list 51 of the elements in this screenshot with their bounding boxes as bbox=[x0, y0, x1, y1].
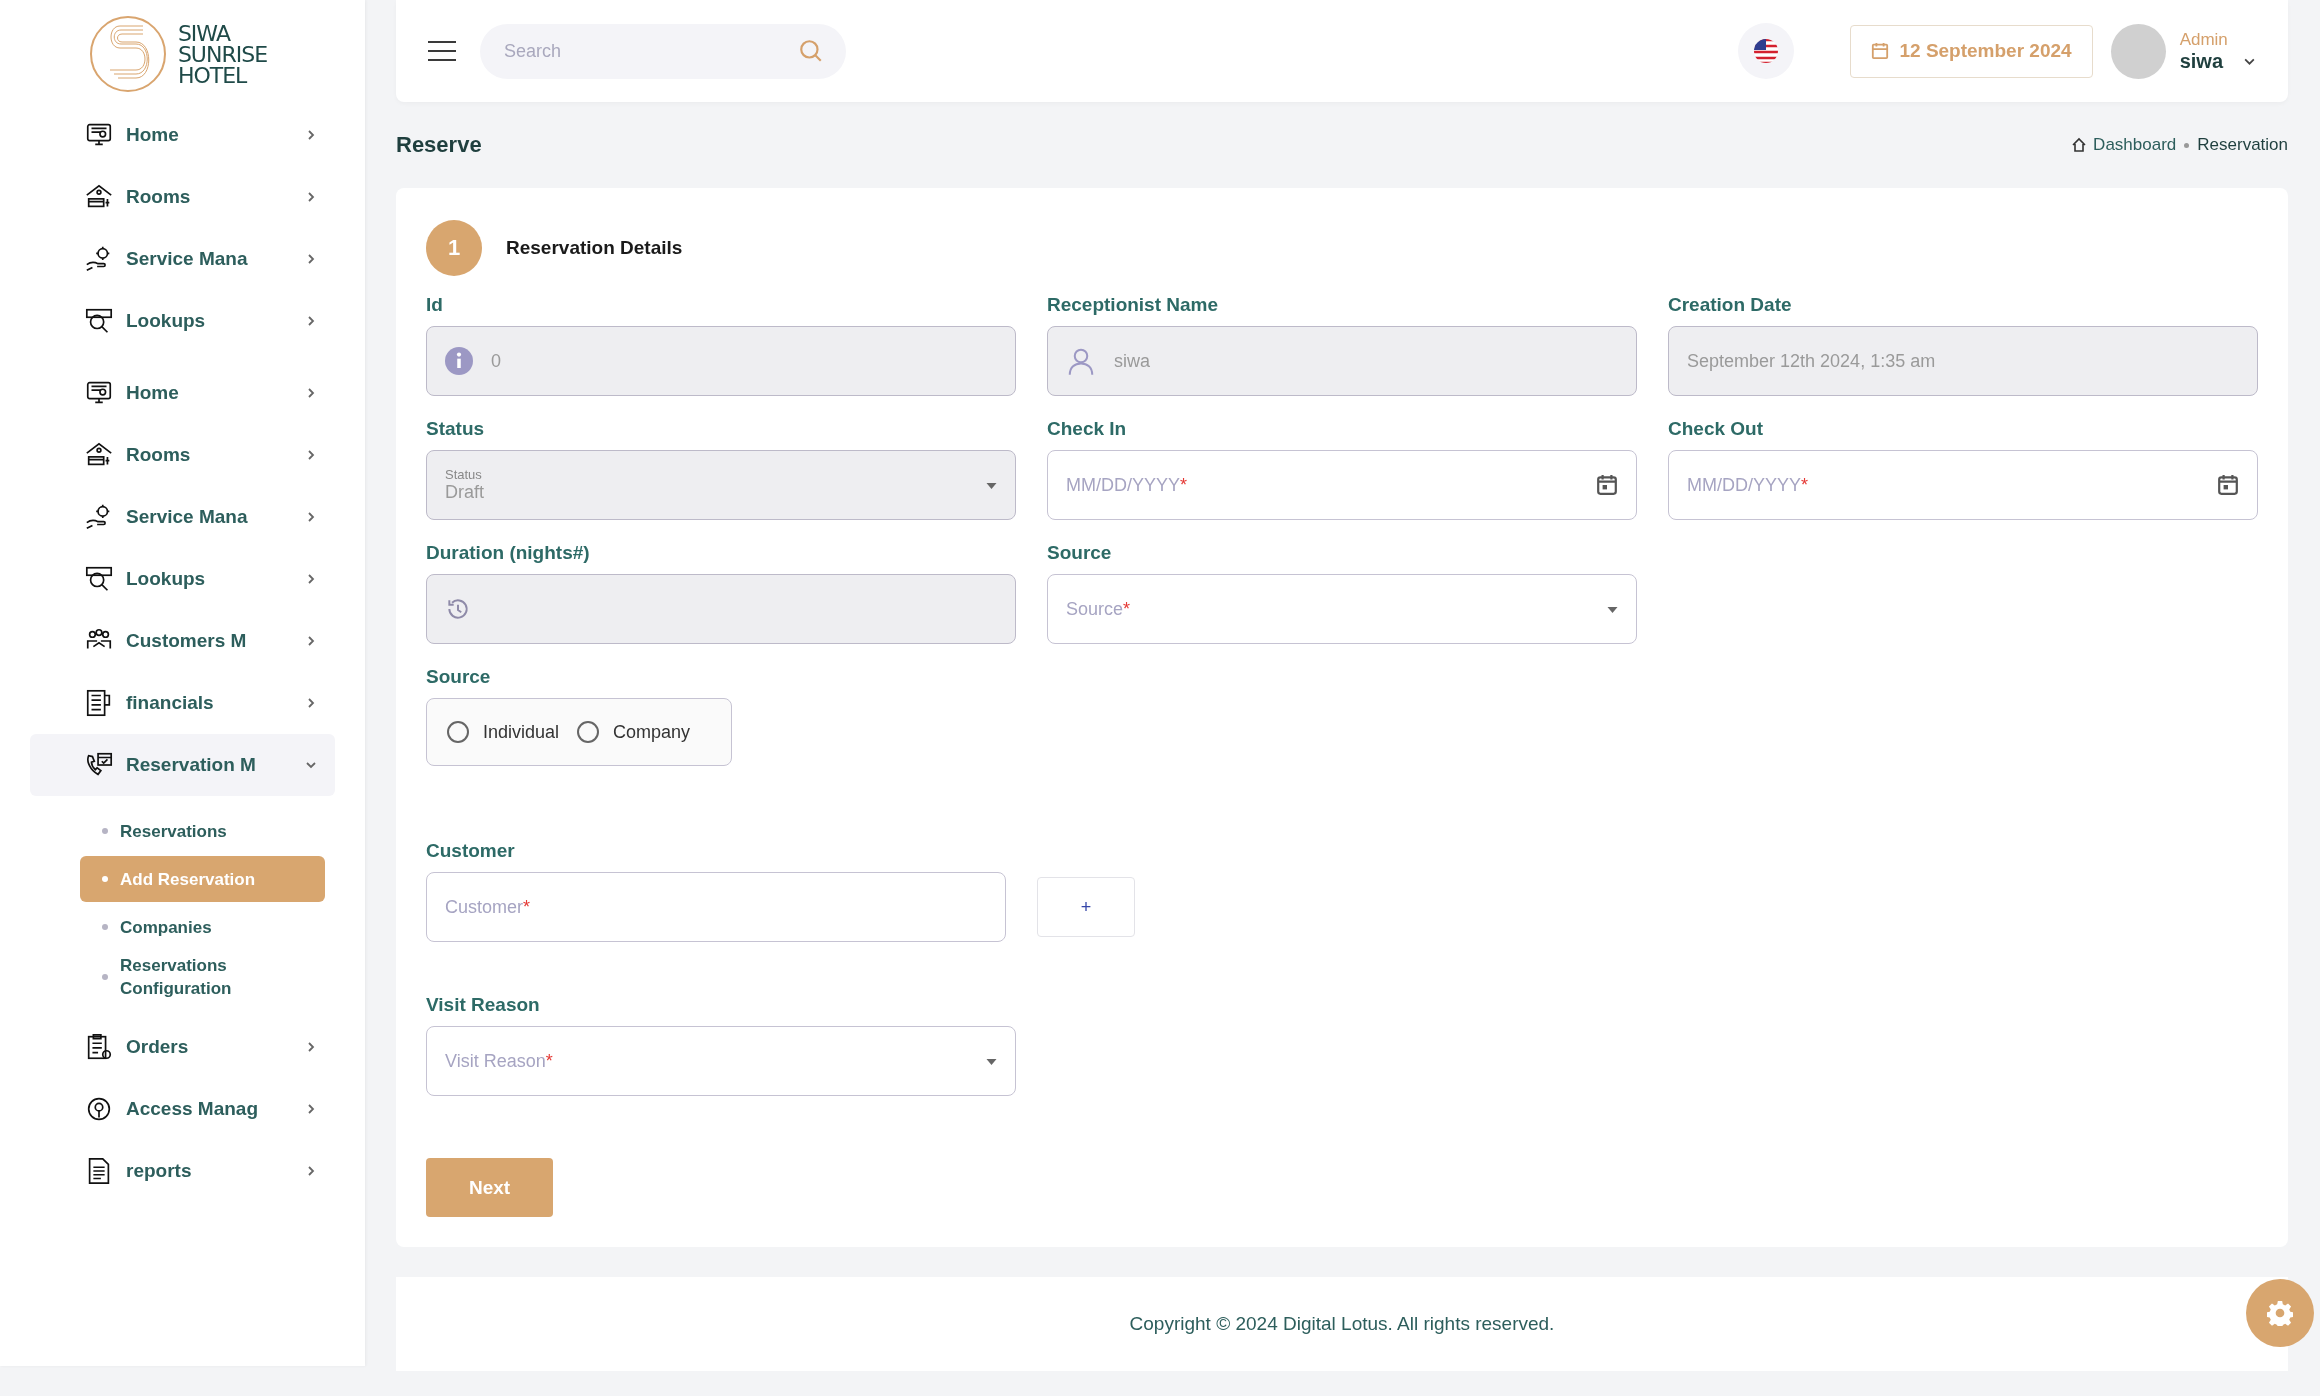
user-role: Admin bbox=[2179, 29, 2229, 50]
field-label: Receptionist Name bbox=[1047, 294, 1220, 317]
breadcrumb-current: Reservation bbox=[2197, 135, 2288, 155]
field-label: Check In bbox=[1047, 418, 1128, 441]
sidebar-item[interactable]: Lookups bbox=[30, 290, 335, 352]
user-menu[interactable]: siwa bbox=[2179, 49, 2256, 73]
date-field[interactable]: MM/DD/YYYY* bbox=[1047, 450, 1637, 520]
field-placeholder: Visit Reason* bbox=[445, 1050, 553, 1072]
sidebar-item[interactable]: Orders bbox=[30, 1016, 335, 1078]
step-number: 1 bbox=[426, 220, 482, 276]
field-placeholder: MM/DD/YYYY* bbox=[1066, 474, 1188, 496]
submenu-item[interactable]: Companies bbox=[80, 904, 325, 950]
field-placeholder: MM/DD/YYYY* bbox=[1687, 474, 1809, 496]
step-title: Reservation Details bbox=[506, 237, 683, 259]
field-label: Id bbox=[426, 294, 444, 317]
sidebar-item[interactable]: Service Mana bbox=[30, 486, 335, 548]
brand-name: SIWA SUNRISE HOTEL bbox=[177, 22, 268, 86]
sidebar-item[interactable]: financials bbox=[30, 672, 335, 734]
sidebar-item[interactable]: reports bbox=[30, 1140, 335, 1202]
field-placeholder: Source* bbox=[1066, 598, 1131, 620]
customer-field[interactable]: Customer* bbox=[426, 872, 1006, 942]
radio-option[interactable]: Individual bbox=[447, 721, 560, 743]
date-field[interactable]: MM/DD/YYYY* bbox=[1668, 450, 2258, 520]
select-field[interactable]: Source* bbox=[1047, 574, 1637, 644]
field-label: Check Out bbox=[1668, 418, 1765, 441]
field-label: Status bbox=[426, 418, 486, 441]
field-label: Duration (nights#) bbox=[426, 542, 591, 565]
search-field[interactable]: Search bbox=[480, 23, 846, 79]
radio-option[interactable]: Company bbox=[577, 721, 691, 743]
field-label: Source bbox=[426, 666, 492, 689]
field-label: Customer bbox=[426, 840, 516, 863]
select-field[interactable]: Visit Reason* bbox=[426, 1026, 1016, 1096]
sidebar-item[interactable]: Home bbox=[30, 362, 335, 424]
sidebar-item[interactable]: Rooms bbox=[30, 166, 335, 228]
sidebar-item[interactable]: Reservation M bbox=[30, 734, 335, 796]
field-label: Visit Reason bbox=[426, 994, 541, 1017]
field-placeholder: Customer* bbox=[445, 896, 531, 918]
add-button[interactable]: + bbox=[1037, 877, 1135, 937]
field-label: Source bbox=[1047, 542, 1113, 565]
breadcrumb-link[interactable]: Dashboard bbox=[2071, 135, 2177, 155]
sidebar-item[interactable]: Home bbox=[30, 104, 335, 166]
sidebar-item[interactable]: Lookups bbox=[30, 548, 335, 610]
sidebar-item[interactable]: Service Mana bbox=[30, 228, 335, 290]
page-title: Reserve bbox=[396, 132, 483, 158]
copyright-text: Copyright © 2024 Digital Lotus. All rights reserved. bbox=[1129, 1313, 1555, 1335]
field-label: Creation Date bbox=[1668, 294, 1793, 317]
sidebar-item[interactable]: Customers M bbox=[30, 610, 335, 672]
submenu-item[interactable]: Reservations bbox=[80, 808, 325, 854]
submenu-item[interactable]: Reservations Configuration bbox=[80, 952, 325, 1002]
sidebar-item[interactable]: Access Manag bbox=[30, 1078, 335, 1140]
sidebar-item[interactable]: Rooms bbox=[30, 424, 335, 486]
